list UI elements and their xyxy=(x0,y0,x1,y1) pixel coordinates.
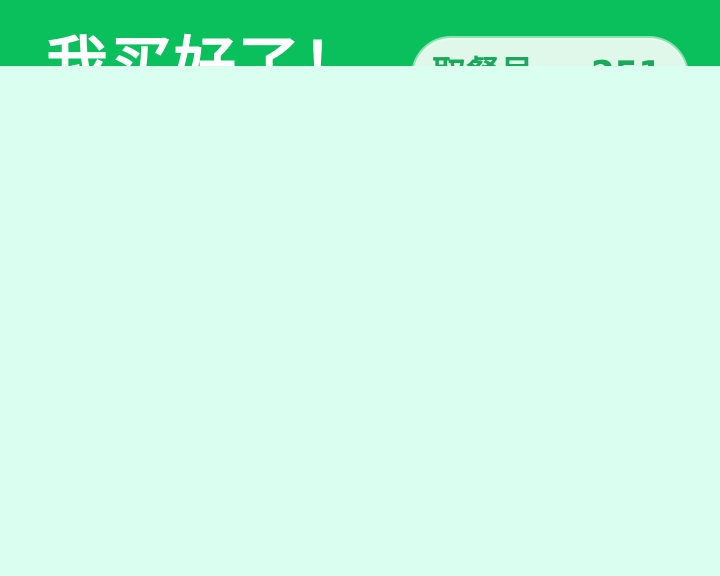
order-complete-screen: 我买好了！ 取餐号 251 xyxy=(0,0,720,576)
mint-content-panel xyxy=(0,66,720,576)
